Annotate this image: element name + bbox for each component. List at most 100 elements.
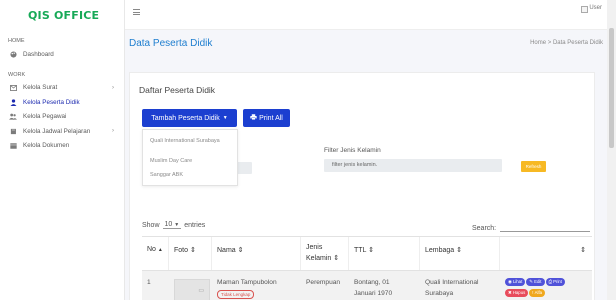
dropdown-item-muslim-day-care[interactable]: Muslim Day Care bbox=[143, 158, 192, 164]
search-label: Search: bbox=[472, 225, 497, 232]
chevron-right-icon: › bbox=[112, 84, 114, 91]
sidebar-item-label: Kelola Pegawai bbox=[23, 113, 67, 121]
column-header-label: Foto bbox=[174, 247, 189, 254]
sort-icon: ⇕ bbox=[237, 247, 244, 254]
add-student-button-label: Tambah Peserta Didik bbox=[151, 114, 220, 122]
column-header-no[interactable]: No ▲ bbox=[142, 237, 169, 270]
ttl-line-2: Januari 1970 bbox=[354, 290, 393, 297]
lembaga-line-1: Quali International bbox=[425, 279, 479, 286]
cell-lembaga: Quali International Surabaya bbox=[420, 271, 500, 300]
students-table: No ▲ Foto ⇕ Nama ⇕ Jenis Kelamin ⇕ TTL ⇕… bbox=[142, 236, 592, 300]
cell-gender: Perempuan bbox=[301, 271, 349, 300]
print-all-button-label: Print All bbox=[259, 114, 283, 122]
hamburger-menu-icon[interactable] bbox=[133, 9, 140, 17]
page-title: Data Peserta Didik bbox=[129, 38, 213, 49]
card-title: Daftar Peserta Didik bbox=[139, 85, 216, 95]
caret-down-icon: ▼ bbox=[222, 115, 228, 121]
breadcrumb-separator: > bbox=[547, 40, 552, 46]
edit-button[interactable]: ✎ Edit bbox=[526, 278, 545, 286]
print-all-button[interactable]: Print All bbox=[243, 109, 290, 127]
topbar: User bbox=[125, 0, 616, 30]
scrollbar-thumb[interactable] bbox=[609, 28, 614, 148]
mail-icon bbox=[9, 84, 17, 91]
eye-icon: ◉ bbox=[508, 279, 512, 284]
view-button-label: Lihat bbox=[512, 279, 523, 284]
refresh-button[interactable]: Refresh bbox=[521, 161, 546, 172]
breadcrumb-home[interactable]: Home bbox=[530, 40, 546, 46]
length-prefix: Show bbox=[142, 221, 160, 229]
column-header-nama[interactable]: Nama ⇕ bbox=[212, 237, 301, 270]
student-name: Maman Tampubolon bbox=[217, 279, 277, 286]
column-header-lembaga[interactable]: Lembaga ⇕ bbox=[420, 237, 500, 270]
section-label-work: WORK bbox=[8, 71, 26, 78]
sort-icon: ⇕ bbox=[580, 247, 586, 254]
students-card: Daftar Peserta Didik Tambah Peserta Didi… bbox=[129, 72, 595, 300]
print-button[interactable]: ⎙ Print bbox=[545, 278, 565, 286]
sort-icon: ⇕ bbox=[368, 247, 375, 254]
column-header-foto[interactable]: Foto ⇕ bbox=[169, 237, 212, 270]
delete-button[interactable]: ✖ Hapus bbox=[505, 289, 529, 297]
edit-button-label: Edit bbox=[534, 279, 542, 284]
edit-icon: ✎ bbox=[529, 279, 533, 284]
length-suffix: entries bbox=[184, 221, 206, 229]
user-avatar[interactable]: User bbox=[581, 5, 602, 13]
sort-icon: ⇕ bbox=[189, 247, 196, 254]
sidebar-item-kelola-surat[interactable]: Kelola Surat › bbox=[0, 81, 124, 96]
sort-asc-icon: ▲ bbox=[157, 247, 163, 253]
sidebar-item-label: Kelola Jadwal Pelajaran bbox=[23, 127, 91, 135]
sidebar-item-dashboard[interactable]: Dashboard bbox=[0, 47, 124, 62]
add-student-button[interactable]: Tambah Peserta Didik ▼ bbox=[142, 109, 237, 127]
gender-filter-label: Filter Jenis Kelamin bbox=[324, 147, 381, 154]
status-badge: Tidak Lengkap bbox=[217, 290, 255, 299]
cell-ttl: Bontang, 01 Januari 1970 bbox=[349, 271, 420, 300]
sidebar-item-label: Kelola Peserta Didik bbox=[23, 98, 80, 106]
alfa-button[interactable]: ! Alfa bbox=[529, 289, 546, 297]
breadcrumb-current: Data Peserta Didik bbox=[552, 40, 603, 46]
sidebar: QIS OFFICE HOME Dashboard WORK Kelola Su… bbox=[0, 0, 125, 300]
alfa-button-label: Alfa bbox=[534, 290, 543, 295]
cell-photo: ▭ bbox=[169, 271, 212, 300]
main-content: Data Peserta Didik Home > Data Peserta D… bbox=[125, 30, 607, 300]
brand-logo[interactable]: QIS OFFICE bbox=[28, 9, 99, 22]
section-label-home: HOME bbox=[8, 38, 25, 44]
lembaga-line-2: Surabaya bbox=[425, 290, 454, 297]
dropdown-item-sanggar-abk[interactable]: Sanggar ABK bbox=[143, 172, 183, 178]
column-header-actions[interactable]: ⇕ bbox=[500, 237, 592, 270]
cell-no: 1 bbox=[142, 271, 169, 300]
column-header-ttl[interactable]: TTL ⇕ bbox=[349, 237, 420, 270]
users-icon bbox=[9, 113, 17, 120]
table-search: Search: bbox=[472, 223, 591, 232]
cell-actions: ◉ Lihat ✎ Edit ⎙ Print ✖ Hapus! Alfa bbox=[500, 271, 592, 300]
print-button-label: Print bbox=[553, 279, 562, 284]
institution-dropdown-menu: Quali International Surabaya Muslim Day … bbox=[142, 129, 238, 186]
sidebar-item-kelola-dokumen[interactable]: Kelola Dokumen bbox=[0, 139, 124, 154]
column-header-label: Lembaga bbox=[425, 247, 455, 254]
view-button[interactable]: ◉ Lihat bbox=[505, 278, 526, 286]
print-icon: ⎙ bbox=[548, 279, 552, 284]
search-input[interactable] bbox=[500, 223, 591, 232]
entries-per-page-select[interactable]: 10 ▼ bbox=[162, 221, 182, 229]
sidebar-item-label: Kelola Surat bbox=[23, 84, 58, 92]
print-icon bbox=[250, 114, 257, 122]
sidebar-item-kelola-jadwal-pelajaran[interactable]: Kelola Jadwal Pelajaran › bbox=[0, 124, 124, 139]
dropdown-item-quali-international[interactable]: Quali International Surabaya bbox=[143, 137, 233, 145]
broken-image-icon bbox=[581, 6, 589, 13]
chevron-right-icon: › bbox=[112, 128, 114, 134]
gender-filter-input[interactable]: filter jenis kelamin. bbox=[324, 159, 502, 172]
sidebar-item-label: Dashboard bbox=[23, 50, 54, 58]
column-header-label: Jenis Kelamin bbox=[306, 244, 332, 262]
sidebar-item-kelola-peserta-didik[interactable]: Kelola Peserta Didik bbox=[0, 95, 124, 110]
caret-down-icon: ▼ bbox=[174, 222, 180, 228]
sidebar-item-kelola-pegawai[interactable]: Kelola Pegawai bbox=[0, 110, 124, 125]
column-header-jenis-kelamin[interactable]: Jenis Kelamin ⇕ bbox=[301, 237, 349, 270]
user-icon bbox=[9, 99, 17, 106]
sort-icon: ⇕ bbox=[456, 247, 463, 254]
book-icon bbox=[9, 128, 17, 135]
brand[interactable]: QIS OFFICE bbox=[0, 0, 124, 30]
length-control: Show 10 ▼ entries bbox=[142, 221, 205, 229]
entries-per-page-value: 10 bbox=[164, 221, 173, 228]
sort-icon: ⇕ bbox=[333, 255, 340, 262]
page-scrollbar[interactable] bbox=[607, 0, 616, 300]
column-header-label: TTL bbox=[354, 247, 367, 254]
folder-icon bbox=[9, 142, 17, 149]
